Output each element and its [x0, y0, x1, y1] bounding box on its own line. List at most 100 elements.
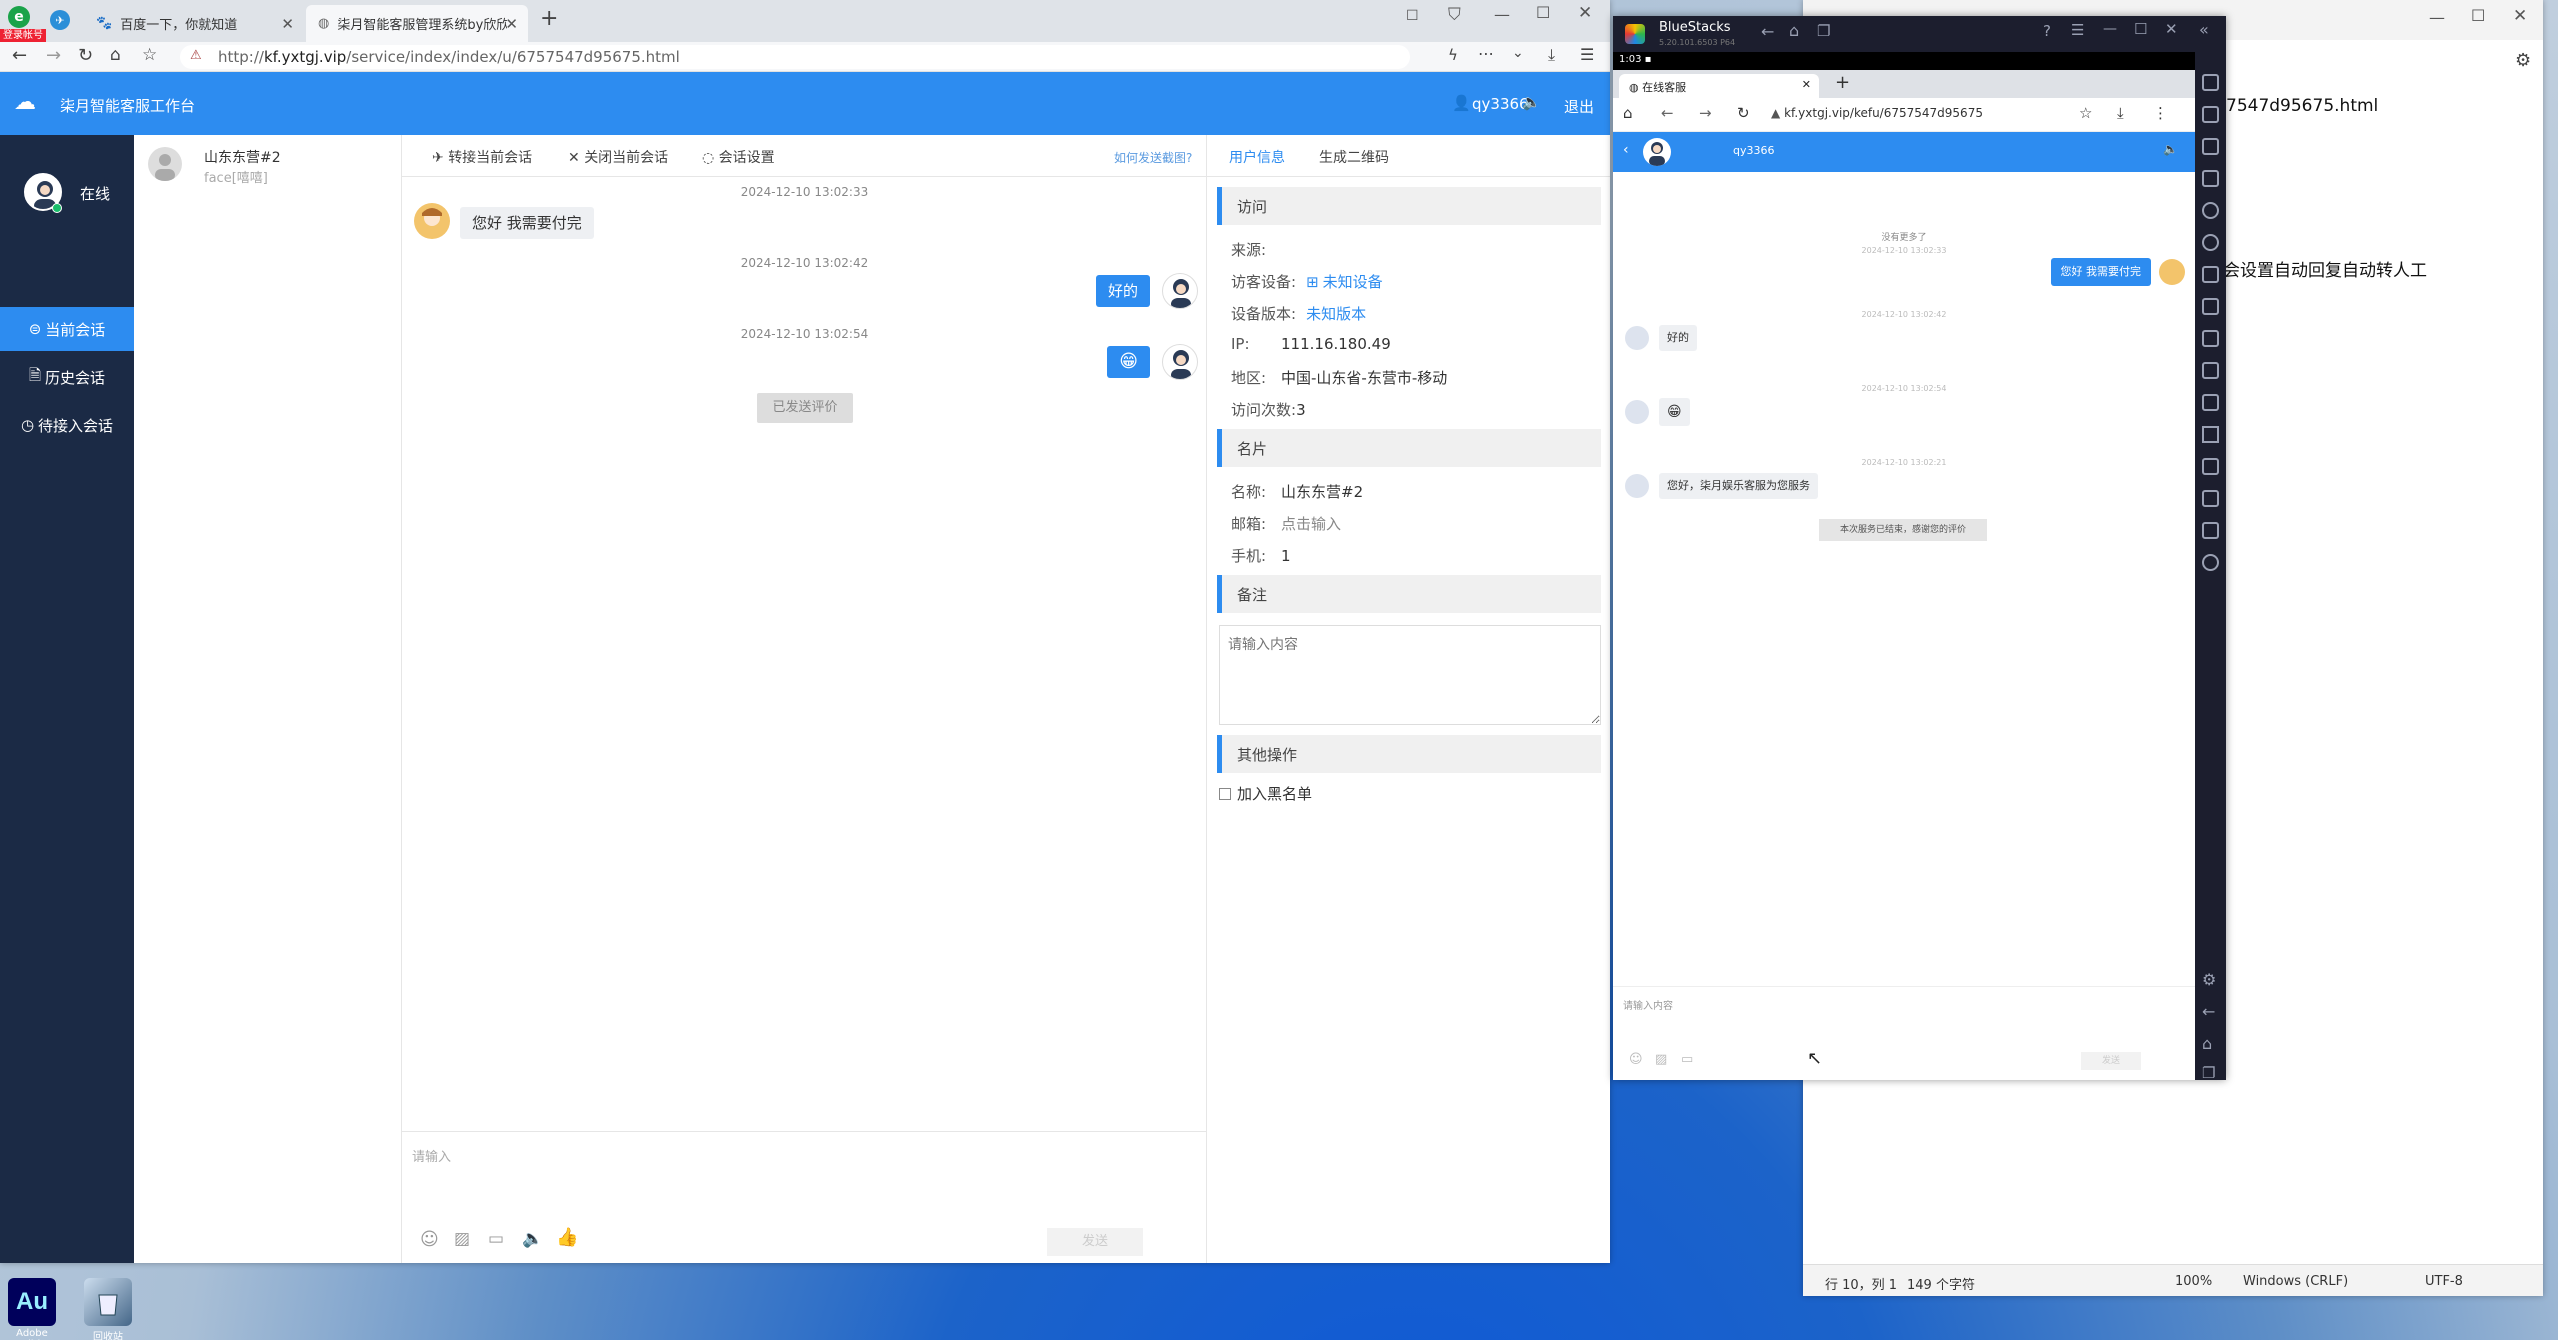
new-tab-icon[interactable]: +	[540, 6, 558, 31]
reload-icon[interactable]: ↻	[78, 45, 93, 66]
home-icon[interactable]: ⌂	[1623, 104, 1633, 122]
screenshot-icon[interactable]	[2202, 330, 2219, 347]
settings-gear-icon[interactable]: ⚙	[2515, 50, 2531, 71]
bookmark-icon[interactable]: ☆	[2079, 104, 2092, 122]
eraser-icon[interactable]	[2202, 490, 2219, 507]
home-icon[interactable]: ⌂	[110, 45, 121, 65]
emoji-icon[interactable]: ☺	[420, 1229, 439, 1250]
thumbs-up-icon[interactable]: 👍	[556, 1227, 578, 1248]
more-icon[interactable]: ⋮	[2153, 104, 2168, 122]
sound-icon[interactable]: 🔈	[2163, 142, 2178, 156]
layers-icon[interactable]	[2202, 522, 2219, 539]
android-url-input[interactable]: ▲ kf.yxtgj.vip/kefu/6757547d95675	[1771, 102, 2071, 126]
menu-icon[interactable]: ☰	[2071, 21, 2084, 39]
transfer-session-button[interactable]: ✈ 转接当前会话	[432, 147, 532, 167]
nav-current-sessions[interactable]: ⊜ 当前会话	[0, 307, 134, 351]
close-tab-icon[interactable]: ✕	[505, 15, 518, 33]
folder-icon[interactable]: ▭	[488, 1229, 504, 1249]
stats-icon[interactable]	[2202, 298, 2219, 315]
image-icon[interactable]: ▨	[1655, 1052, 1667, 1067]
favorites-icon[interactable]: ☆	[142, 45, 157, 65]
home-icon[interactable]: ⌂	[1789, 21, 1799, 40]
forward-icon[interactable]: →	[1699, 104, 1712, 122]
chevron-down-icon[interactable]: ⌄	[1512, 45, 1524, 61]
close-icon[interactable]: ✕	[1578, 3, 1592, 23]
agent-name[interactable]: qy3366	[1472, 95, 1529, 113]
close-icon[interactable]: ✕	[2165, 20, 2178, 38]
tab-qr-code[interactable]: 生成二维码	[1319, 147, 1389, 167]
menu-icon[interactable]: ☰	[1580, 45, 1594, 64]
reload-icon[interactable]: ↻	[1737, 104, 1750, 122]
record-icon[interactable]	[2202, 202, 2219, 219]
send-button[interactable]: 发送	[2081, 1052, 2141, 1070]
flash-icon[interactable]: ϟ	[1448, 46, 1458, 64]
maximize-icon[interactable]: ☐	[2134, 20, 2147, 38]
close-icon[interactable]: ✕	[2513, 6, 2527, 26]
telegram-icon[interactable]: ✈	[50, 10, 70, 30]
more-icon[interactable]: ⋯	[1478, 44, 1494, 63]
minimize-icon[interactable]: —	[2429, 8, 2445, 27]
phone-value[interactable]: 1	[1281, 547, 1291, 565]
chevron-left-icon[interactable]: ‹	[1623, 142, 1629, 158]
help-icon[interactable]: ?	[2043, 22, 2051, 40]
settings-gear-icon[interactable]: ⚙	[2202, 970, 2216, 989]
airplane-icon[interactable]	[2202, 426, 2219, 443]
close-tab-icon[interactable]: ✕	[281, 15, 294, 33]
recycle-bin-icon[interactable]	[84, 1278, 132, 1326]
audition-desktop-icon[interactable]: Au	[8, 1278, 56, 1326]
session-item[interactable]: 山东东营#2 face[嘻嘻]	[134, 135, 401, 199]
notepad-text-line[interactable]: 会设置自动回复自动转人工	[2223, 256, 2427, 281]
tab-online-support[interactable]: ◍ 在线客服 ✕	[1619, 74, 1819, 98]
download-icon[interactable]: ⤓	[1548, 45, 1555, 65]
volume-icon[interactable]	[2202, 106, 2219, 123]
close-tab-icon[interactable]: ✕	[1802, 78, 1811, 91]
maximize-icon[interactable]: ☐	[2471, 6, 2485, 25]
profile-badge[interactable]: 登录帐号	[0, 29, 46, 42]
home-icon[interactable]: ⌂	[2202, 1034, 2212, 1053]
eco-icon[interactable]	[2202, 554, 2219, 571]
screenshot-help-link[interactable]: 如何发送截图?	[1114, 149, 1192, 166]
image-icon[interactable]: ▨	[454, 1229, 470, 1249]
blacklist-option[interactable]: 加入黑名单	[1219, 783, 1312, 804]
fullscreen-icon[interactable]	[2202, 74, 2219, 91]
minimize-icon[interactable]: —	[2103, 21, 2117, 37]
sound-icon[interactable]: 🔈	[1522, 93, 1541, 111]
shirt-icon[interactable]: ⛉	[1448, 5, 1461, 25]
minimize-icon[interactable]: —	[1494, 5, 1510, 24]
tab-baidu[interactable]: 🐾 百度一下，你就知道 ✕	[84, 5, 304, 42]
send-button[interactable]: 发送	[1047, 1228, 1143, 1256]
browser-logo-icon[interactable]: e	[8, 6, 30, 28]
recent-apps-icon[interactable]: ❐	[1817, 22, 1830, 40]
recent-apps-icon[interactable]: ❐	[2202, 1064, 2215, 1082]
back-icon[interactable]: ←	[12, 45, 27, 66]
collapse-sidebar-icon[interactable]: «	[2199, 20, 2209, 39]
tab-user-info[interactable]: 用户信息	[1229, 147, 1285, 167]
session-settings-button[interactable]: ◌ 会话设置	[702, 147, 775, 167]
new-tab-icon[interactable]: +	[1835, 72, 1850, 93]
folder-icon[interactable]: ▭	[1681, 1052, 1693, 1067]
camera-icon[interactable]	[2202, 362, 2219, 379]
gallery-icon[interactable]	[2202, 394, 2219, 411]
forward-icon[interactable]: →	[46, 45, 61, 66]
note-textarea[interactable]	[1219, 625, 1601, 725]
logout-button[interactable]: 退出	[1564, 96, 1594, 117]
url-input[interactable]: ⚠ http://kf.yxtgj.vip/service/index/inde…	[180, 45, 1410, 69]
email-value[interactable]: 点击输入	[1281, 513, 1341, 534]
emoji-icon[interactable]: ☺	[1629, 1052, 1643, 1067]
multi-instance-icon[interactable]	[2202, 458, 2219, 475]
nav-history-sessions[interactable]: 🗎 历史会话	[0, 355, 134, 399]
download-icon[interactable]: ⤓	[2117, 104, 2124, 122]
back-icon[interactable]: ←	[1761, 22, 1774, 41]
rating-sent-button[interactable]: 已发送评价	[757, 393, 853, 423]
sound-icon[interactable]: 🔈	[522, 1229, 543, 1249]
tab-kefu[interactable]: ◍ 柒月智能客服管理系统by欣欣 ✕	[306, 5, 528, 42]
keyboard-icon[interactable]	[2202, 170, 2219, 187]
apk-icon[interactable]	[2202, 266, 2219, 283]
name-value[interactable]: 山东东营#2	[1281, 481, 1363, 502]
checkbox[interactable]	[1219, 787, 1231, 800]
rotate-icon[interactable]	[2202, 234, 2219, 251]
nav-pending-sessions[interactable]: ◷ 待接入会话	[0, 403, 134, 447]
close-session-button[interactable]: ✕ 关闭当前会话	[568, 147, 668, 167]
back-icon[interactable]: ←	[2202, 1002, 2215, 1021]
maximize-icon[interactable]: ☐	[1536, 3, 1550, 22]
